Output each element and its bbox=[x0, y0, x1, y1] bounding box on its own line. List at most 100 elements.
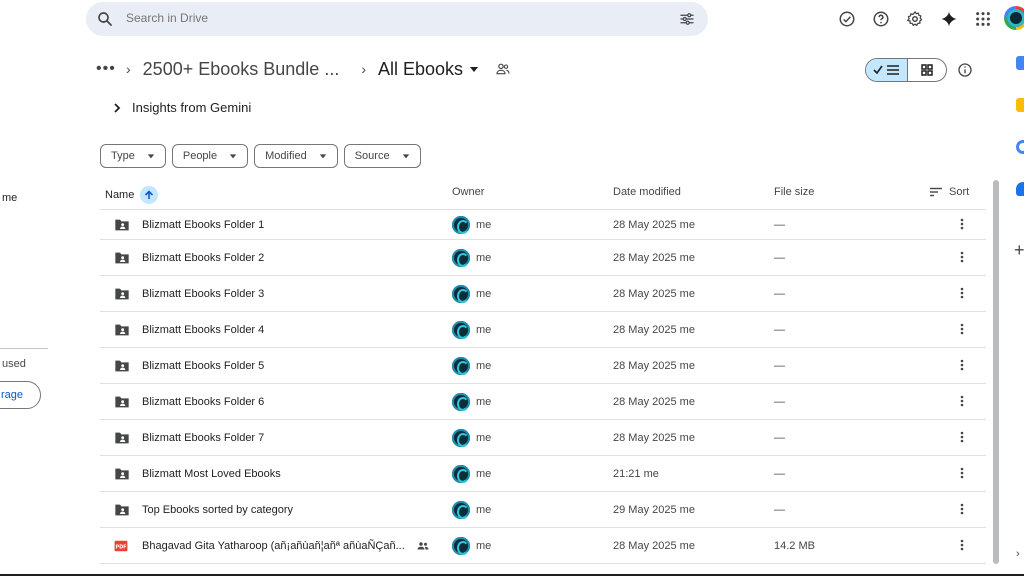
top-bar-actions bbox=[836, 8, 994, 30]
owner-avatar bbox=[452, 500, 470, 519]
more-actions-icon[interactable] bbox=[960, 218, 970, 232]
account-avatar[interactable] bbox=[1004, 6, 1024, 30]
caret-down-icon[interactable] bbox=[469, 64, 479, 74]
shared-folder-icon bbox=[114, 323, 130, 337]
more-actions-icon[interactable] bbox=[960, 287, 970, 301]
table-row[interactable]: Blizmatt Ebooks Folder 4 me 28 May 2025 me… bbox=[100, 312, 986, 348]
shared-people-icon[interactable] bbox=[495, 61, 511, 77]
grid-view-button[interactable] bbox=[908, 59, 946, 81]
shared-folder-icon bbox=[114, 287, 130, 301]
pdf-icon: PDF bbox=[114, 539, 130, 553]
column-owner: Owner bbox=[452, 186, 485, 198]
breadcrumb-parent[interactable]: 2500+ Ebooks Bundle ... bbox=[143, 59, 340, 80]
more-actions-icon[interactable] bbox=[960, 539, 970, 553]
table-row[interactable]: Top Ebooks sorted by category me 29 May 20… bbox=[100, 492, 986, 528]
list-view-button[interactable] bbox=[866, 59, 908, 81]
filter-label: Source bbox=[354, 150, 390, 162]
sort-arrow-up-icon[interactable] bbox=[140, 186, 159, 204]
owner-avatar bbox=[452, 215, 470, 234]
owner-cell: me bbox=[452, 464, 491, 483]
owner-text: me bbox=[476, 431, 492, 444]
calendar-icon[interactable] bbox=[1016, 56, 1024, 70]
file-name[interactable]: Blizmatt Ebooks Folder 7 bbox=[142, 432, 264, 444]
date-modified: 28 May 2025 me bbox=[613, 395, 695, 408]
table-row[interactable]: Blizmatt Ebooks Folder 5 me 28 May 2025 me… bbox=[100, 348, 986, 384]
left-sidebar: me used rage bbox=[0, 0, 50, 576]
more-actions-icon[interactable] bbox=[960, 359, 970, 373]
owner-text: me bbox=[476, 539, 492, 552]
file-name[interactable]: Blizmatt Ebooks Folder 3 bbox=[142, 288, 264, 300]
owner-avatar bbox=[452, 248, 470, 267]
help-icon[interactable] bbox=[870, 8, 892, 30]
sort-button[interactable]: Sort bbox=[930, 186, 969, 198]
owner-avatar bbox=[452, 536, 470, 555]
sidebar-divider bbox=[0, 348, 48, 349]
sidebar-item-shared[interactable]: me bbox=[2, 192, 17, 204]
offline-check-icon[interactable] bbox=[836, 8, 858, 30]
file-size: — bbox=[774, 287, 785, 300]
file-name[interactable]: Blizmatt Ebooks Folder 6 bbox=[142, 396, 264, 408]
gemini-sparkle-icon[interactable] bbox=[938, 8, 960, 30]
more-actions-icon[interactable] bbox=[960, 251, 970, 265]
table-row[interactable]: Blizmatt Ebooks Folder 1 me 28 May 2025 me… bbox=[100, 210, 986, 240]
keep-icon[interactable] bbox=[1016, 98, 1024, 112]
filter-people[interactable]: People bbox=[171, 144, 249, 168]
file-name[interactable]: Top Ebooks sorted by category bbox=[142, 504, 293, 516]
tune-icon[interactable] bbox=[678, 10, 696, 28]
caret-down-icon bbox=[402, 154, 409, 159]
column-name[interactable]: Name bbox=[105, 186, 159, 204]
search-input[interactable] bbox=[126, 11, 646, 25]
table-row[interactable]: Blizmatt Ebooks Folder 6 me 28 May 2025 me… bbox=[100, 384, 986, 420]
shared-folder-icon bbox=[115, 252, 129, 263]
breadcrumb-current[interactable]: All Ebooks bbox=[378, 59, 463, 80]
filter-type[interactable]: Type bbox=[100, 144, 166, 168]
table-row[interactable]: PDF Bhagavad Gita Yatharoop (añ¡añùañ¦añª… bbox=[100, 528, 986, 564]
search-bar[interactable] bbox=[86, 2, 708, 36]
file-name[interactable]: Bhagavad Gita Yatharoop (añ¡añùañ¦añª añ… bbox=[142, 540, 429, 552]
filter-modified[interactable]: Modified bbox=[254, 144, 338, 168]
table-row[interactable]: Blizmatt Ebooks Folder 2 me 28 May 2025 me… bbox=[100, 240, 986, 276]
caret-down-icon bbox=[319, 154, 326, 159]
contacts-icon[interactable] bbox=[1016, 182, 1024, 196]
breadcrumb-more-icon[interactable]: ••• bbox=[96, 60, 116, 78]
more-actions-icon[interactable] bbox=[960, 395, 970, 409]
caret-down-icon bbox=[229, 154, 237, 159]
table-row[interactable]: Blizmatt Most Loved Ebooks me 21:21 me — bbox=[100, 456, 986, 492]
file-name[interactable]: Blizmatt Ebooks Folder 2 bbox=[142, 252, 264, 264]
search-icon[interactable] bbox=[96, 10, 114, 28]
file-name[interactable]: Blizmatt Ebooks Folder 4 bbox=[142, 324, 264, 336]
apps-grid-icon[interactable] bbox=[972, 8, 994, 30]
more-actions-icon[interactable] bbox=[960, 431, 970, 445]
table-row[interactable]: Blizmatt Ebooks Folder 7 me 28 May 2025 me… bbox=[100, 420, 986, 456]
pdf-icon: PDF bbox=[114, 540, 128, 551]
add-addon-icon[interactable]: + bbox=[1014, 240, 1024, 261]
file-name[interactable]: Blizmatt Ebooks Folder 1 bbox=[142, 219, 264, 231]
get-more-storage-button[interactable]: rage bbox=[0, 381, 41, 409]
shared-folder-icon bbox=[115, 360, 129, 371]
column-date-modified[interactable]: Date modified bbox=[613, 186, 681, 198]
file-name[interactable]: Blizmatt Ebooks Folder 5 bbox=[142, 360, 264, 372]
shared-folder-icon bbox=[114, 359, 130, 373]
chevron-right-icon[interactable]: › bbox=[1016, 548, 1020, 560]
more-actions-icon[interactable] bbox=[960, 503, 970, 517]
owner-text: me bbox=[476, 323, 492, 336]
view-toggle bbox=[865, 58, 947, 82]
tasks-icon[interactable] bbox=[1016, 140, 1024, 154]
check-list-icon bbox=[872, 65, 899, 75]
gear-icon[interactable] bbox=[904, 8, 926, 30]
table-row[interactable]: Blizmatt Ebooks Folder 3 me 28 May 2025 me… bbox=[100, 276, 986, 312]
scrollbar[interactable] bbox=[993, 180, 999, 564]
owner-cell: me bbox=[452, 536, 492, 555]
column-file-size[interactable]: File size bbox=[774, 186, 814, 198]
sort-label: Sort bbox=[949, 186, 970, 198]
info-icon[interactable] bbox=[957, 62, 973, 78]
shared-folder-icon bbox=[114, 467, 130, 481]
breadcrumb: ••• › 2500+ Ebooks Bundle ... › All Eboo… bbox=[96, 56, 511, 82]
file-name[interactable]: Blizmatt Most Loved Ebooks bbox=[142, 468, 281, 480]
more-actions-icon[interactable] bbox=[960, 323, 970, 337]
chevron-right-icon bbox=[114, 102, 121, 113]
gemini-insights-toggle[interactable]: Insights from Gemini bbox=[112, 100, 251, 115]
more-actions-icon[interactable] bbox=[960, 467, 970, 481]
grid-icon bbox=[921, 64, 933, 76]
filter-source[interactable]: Source bbox=[343, 144, 421, 168]
